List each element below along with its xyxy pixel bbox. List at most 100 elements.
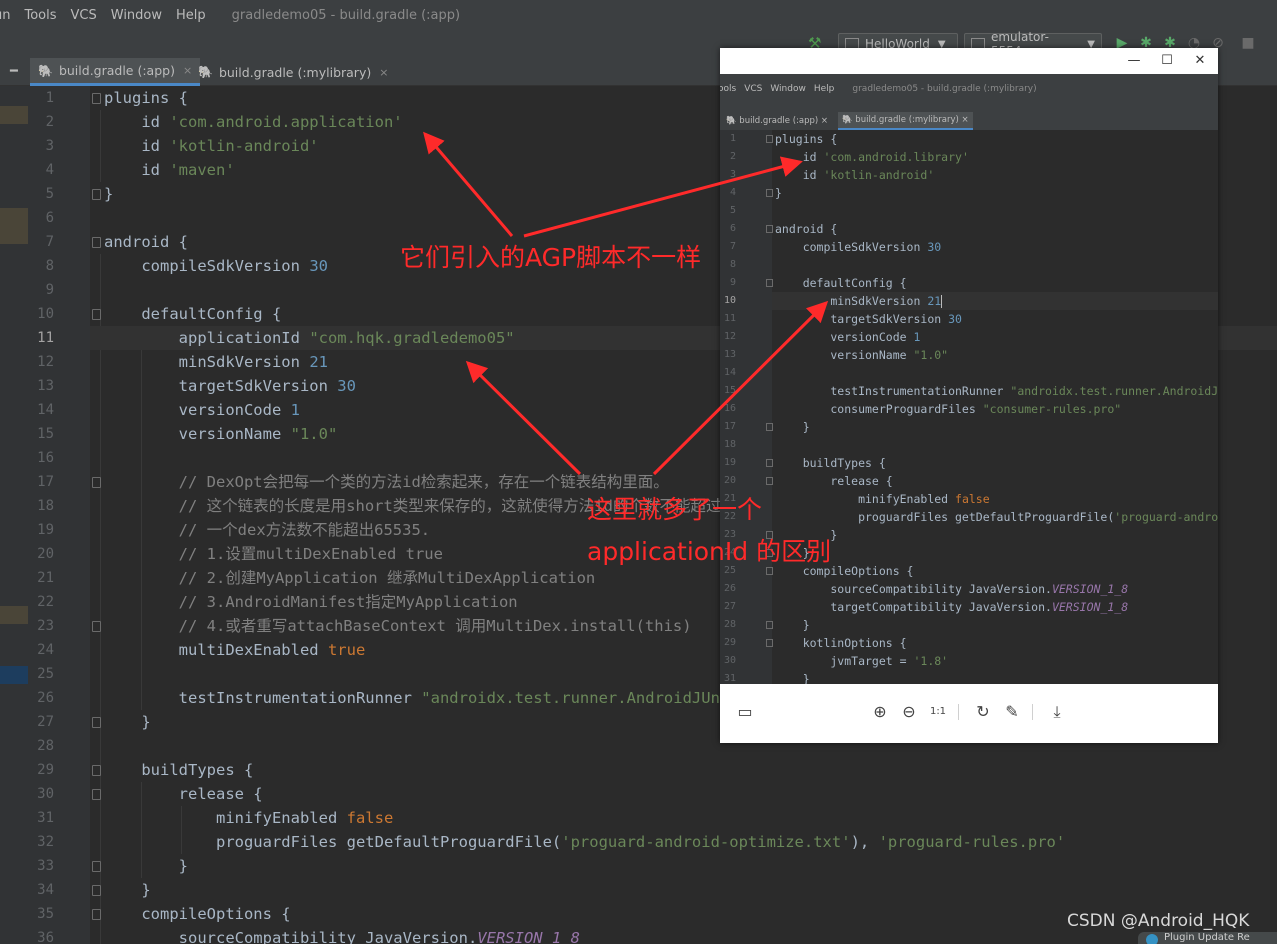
- code-text: applicationId "com.hqk.gradledemo05": [104, 326, 515, 350]
- fold-marker-icon[interactable]: [92, 189, 101, 200]
- code-token: buildTypes {: [104, 761, 254, 779]
- code-line[interactable]: 33 }: [0, 854, 1277, 878]
- fold-marker-icon[interactable]: [92, 93, 101, 104]
- gradle-elephant-icon: 🐘: [842, 115, 853, 125]
- code-token: minifyEnabled: [775, 492, 956, 506]
- fold-marker-icon[interactable]: [92, 765, 101, 776]
- line-number: 24: [37, 642, 54, 658]
- image-viewer-window: — ☐ ✕ ools VCS Window Help gradledemo05 …: [720, 48, 1218, 743]
- code-text: multiDexEnabled true: [104, 638, 366, 662]
- tab-build-gradle-app[interactable]: 🐘 build.gradle (:app) ×: [30, 58, 201, 86]
- fold-marker-icon[interactable]: [92, 789, 101, 800]
- fold-marker-icon: [766, 459, 773, 467]
- code-token: release {: [104, 785, 263, 803]
- plugin-update-notification[interactable]: Plugin Update Re: [1138, 932, 1277, 944]
- gradle-elephant-icon: 🐘: [38, 63, 53, 78]
- code-token: false: [955, 492, 990, 506]
- line-number: 21: [37, 570, 54, 586]
- mini-line-number: 29: [723, 637, 736, 648]
- mini-line-number: 1: [729, 133, 736, 144]
- thumbnail-icon[interactable]: ▭: [734, 701, 756, 723]
- mini-code-line: 22 proguardFiles getDefaultProguardFile(…: [720, 508, 1218, 526]
- mini-line-number: 31: [723, 673, 736, 684]
- code-token: kotlinOptions {: [775, 636, 907, 650]
- mini-editor-tabs: 🐘 build.gradle (:app) × 🐘 build.gradle (…: [720, 112, 1218, 130]
- code-token: VERSION_1_8: [1051, 582, 1129, 596]
- rotate-icon[interactable]: ↻: [972, 701, 994, 723]
- close-icon[interactable]: ×: [379, 66, 388, 79]
- fold-marker-icon: [766, 279, 773, 287]
- fold-marker-icon: [766, 225, 773, 233]
- code-line[interactable]: 30 release {: [0, 782, 1277, 806]
- menu-item-window[interactable]: Window: [111, 8, 162, 23]
- code-token: "com.hqk.gradledemo05": [309, 329, 515, 347]
- minimize-icon[interactable]: —: [1124, 52, 1144, 70]
- mini-code-line: 8: [720, 256, 1218, 274]
- zoom-out-icon[interactable]: ⊖: [898, 701, 920, 723]
- code-token: 30: [948, 312, 962, 326]
- line-number: 35: [37, 906, 54, 922]
- code-token: false: [346, 809, 394, 827]
- menu-item-help[interactable]: Help: [176, 8, 206, 23]
- zoom-in-icon[interactable]: ⊕: [869, 701, 891, 723]
- edit-icon[interactable]: ✎: [1001, 701, 1023, 723]
- code-token: release {: [775, 474, 893, 488]
- fold-marker-icon[interactable]: [92, 717, 101, 728]
- code-token: versionCode: [104, 401, 291, 419]
- code-token: buildTypes {: [775, 456, 886, 470]
- code-token: testInstrumentationRunner: [775, 384, 1011, 398]
- menu-item-tools[interactable]: Tools: [24, 8, 56, 23]
- code-token: // 3.AndroidManifest指定MyApplication: [104, 593, 518, 611]
- line-number: 25: [37, 666, 54, 682]
- code-token: plugins {: [104, 89, 188, 107]
- code-token: sourceCompatibility JavaVersion.: [104, 929, 478, 944]
- mini-code-line: 26 sourceCompatibility JavaVersion.VERSI…: [720, 580, 1218, 598]
- line-number: 26: [37, 690, 54, 706]
- code-line[interactable]: 31 minifyEnabled false: [0, 806, 1277, 830]
- mini-line-number: 6: [729, 223, 736, 234]
- code-token: }: [104, 857, 188, 875]
- menu-item-run[interactable]: un: [0, 8, 10, 23]
- code-line[interactable]: 34 }: [0, 878, 1277, 902]
- code-text: }: [104, 710, 150, 734]
- code-token: VERSION_1_8: [477, 929, 580, 944]
- code-line[interactable]: 32 proguardFiles getDefaultProguardFile(…: [0, 830, 1277, 854]
- fold-marker-icon[interactable]: [92, 477, 101, 488]
- code-text: }: [104, 854, 188, 878]
- fold-marker-icon[interactable]: [92, 309, 101, 320]
- code-token: proguardFiles getDefaultProguardFile(: [775, 510, 1115, 524]
- tab-label: build.gradle (:mylibrary): [218, 64, 372, 80]
- actual-size-icon[interactable]: 1:1: [927, 701, 949, 723]
- code-text: // DexOpt会把每一个类的方法id检索起来，存在一个链表结构里面。: [104, 470, 669, 494]
- code-token: minSdkVersion: [104, 353, 310, 371]
- fold-marker-icon[interactable]: [92, 909, 101, 920]
- code-token: VERSION_1_8: [1051, 600, 1129, 614]
- fold-marker-icon[interactable]: [92, 861, 101, 872]
- code-token: // 2.创建MyApplication 继承MultiDexApplicati…: [104, 569, 596, 587]
- stop-icon[interactable]: ■: [1240, 35, 1256, 51]
- collapse-panel-icon[interactable]: ━: [10, 64, 18, 79]
- fold-marker-icon[interactable]: [92, 885, 101, 896]
- mini-code-text: defaultConfig {: [775, 274, 907, 292]
- code-text: }: [104, 878, 151, 902]
- line-number: 19: [37, 522, 54, 538]
- code-token: }: [104, 881, 151, 899]
- line-number: 6: [45, 210, 54, 226]
- maximize-icon[interactable]: ☐: [1157, 52, 1177, 70]
- code-token: targetSdkVersion: [775, 312, 949, 326]
- code-line[interactable]: 29 buildTypes {: [0, 758, 1277, 782]
- menu-item-vcs[interactable]: VCS: [71, 8, 97, 23]
- mini-code-editor: 1 plugins {2 id 'com.android.library' 3 id…: [720, 130, 1218, 684]
- fold-marker-icon[interactable]: [92, 621, 101, 632]
- line-number: 1: [45, 90, 54, 106]
- mini-code-line: 3 id 'kotlin-android': [720, 166, 1218, 184]
- tab-build-gradle-mylibrary[interactable]: 🐘 build.gradle (:mylibrary) ×: [190, 58, 396, 86]
- mini-code-line: 15 testInstrumentationRunner "androidx.t…: [720, 382, 1218, 400]
- fold-marker-icon: [766, 621, 773, 629]
- mini-code-line: 28 }: [720, 616, 1218, 634]
- mini-code-text: versionCode 1: [775, 328, 920, 346]
- close-icon[interactable]: ✕: [1190, 52, 1210, 70]
- line-number: 23: [37, 618, 54, 634]
- fold-marker-icon[interactable]: [92, 237, 101, 248]
- download-icon[interactable]: ⤓: [1046, 701, 1068, 723]
